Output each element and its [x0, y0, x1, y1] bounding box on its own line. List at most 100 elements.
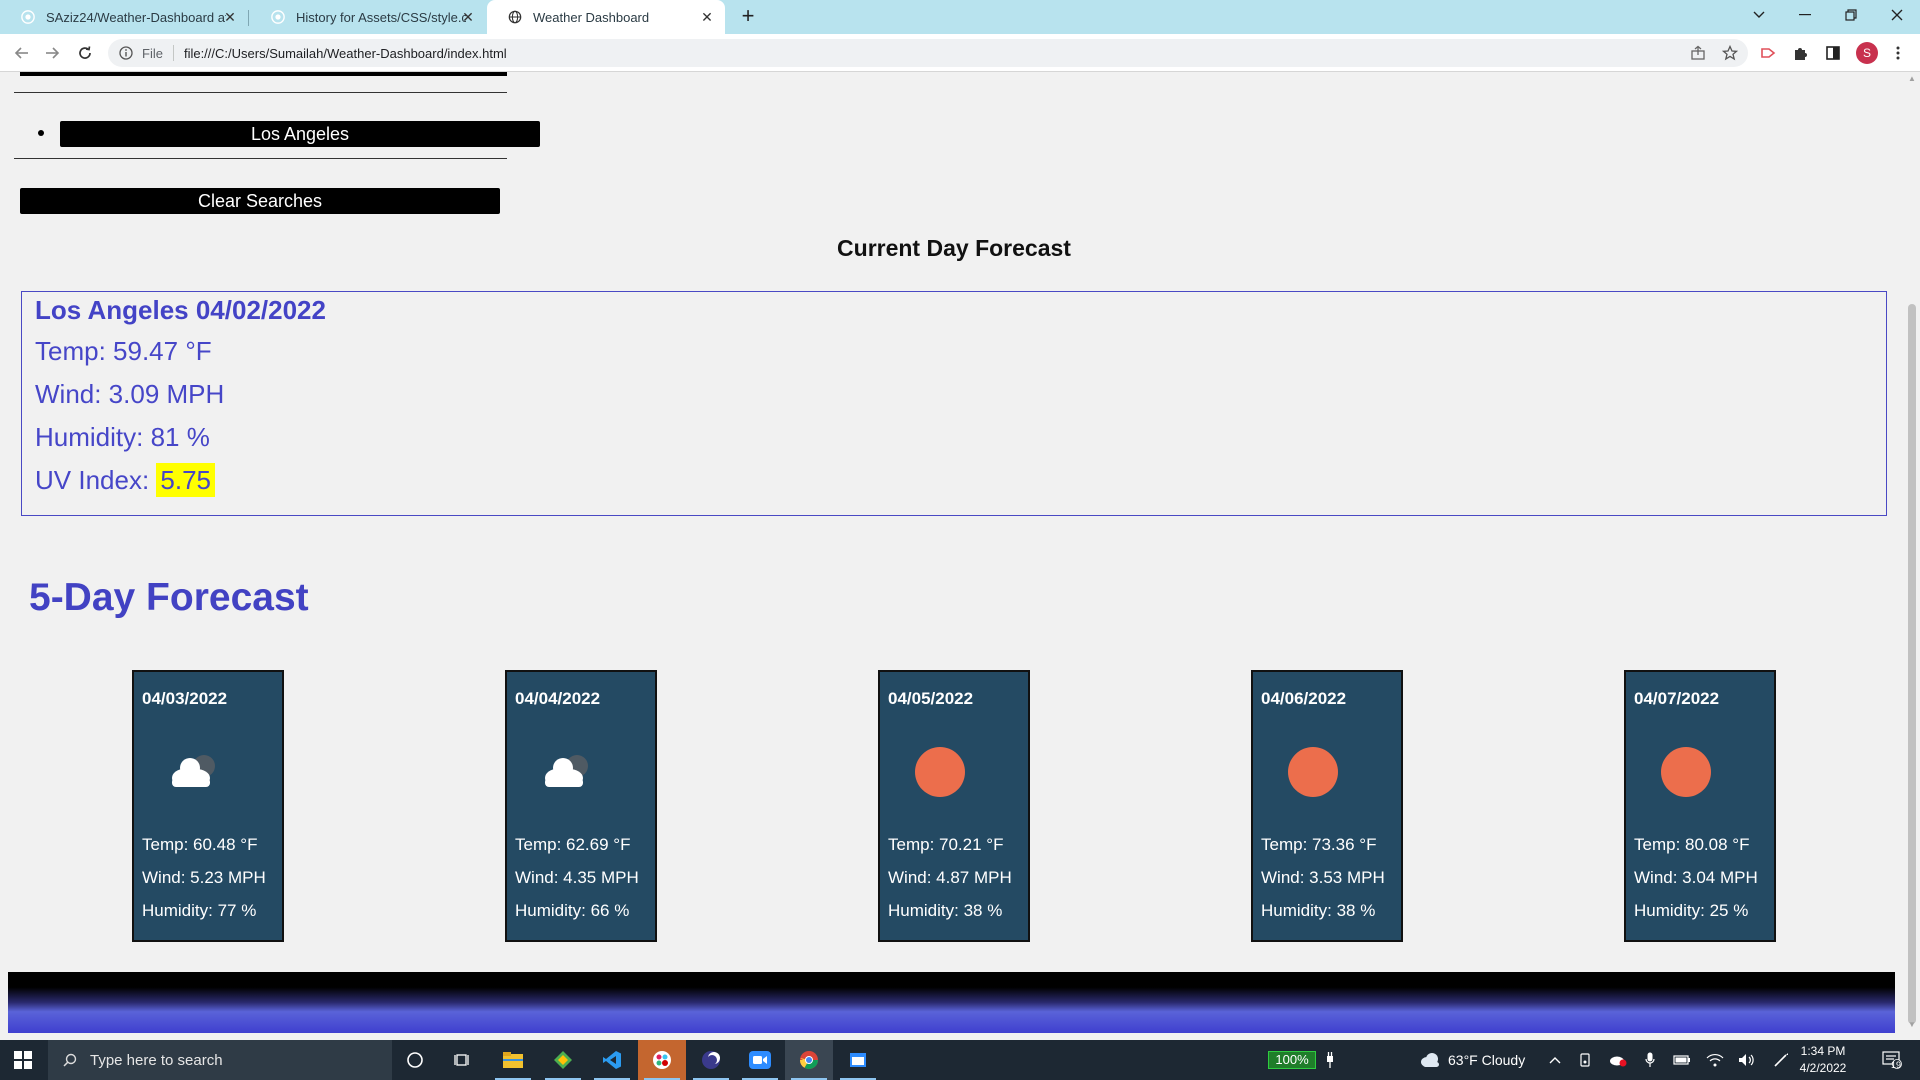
weather-widget-text[interactable]: 63°F Cloudy [1448, 1052, 1525, 1068]
tab-title: SAziz24/Weather-Dashboard at m [46, 9, 226, 25]
tab-title: Weather Dashboard [533, 9, 650, 25]
forecast-temp: Temp: 60.48 °F [142, 835, 258, 854]
city-date-title: Los Angeles 04/02/2022 [35, 295, 326, 325]
share-icon[interactable] [1688, 43, 1708, 63]
bookmark-star-icon[interactable] [1720, 43, 1740, 63]
forecast-wind: Wind: 5.23 MPH [142, 868, 266, 887]
github-icon [270, 9, 286, 25]
current-humidity: Humidity: 81 % [35, 422, 210, 452]
divider [14, 158, 507, 159]
side-panel-icon[interactable] [1823, 43, 1843, 63]
divider [14, 92, 507, 93]
scrollbar-thumb[interactable] [1908, 304, 1916, 1024]
close-window-icon[interactable] [1874, 0, 1920, 30]
taskbar-clock[interactable]: 1:34 PM 4/2/2022 [1783, 1043, 1863, 1077]
close-tab-icon[interactable]: ✕ [222, 9, 238, 25]
tab-strip: SAziz24/Weather-Dashboard at m ✕ History… [0, 0, 1920, 34]
taskbar-search-input[interactable]: Type here to search [48, 1040, 392, 1080]
vertical-scrollbar[interactable]: ▲ ▼ [1904, 72, 1920, 1033]
forecast-wind: Wind: 3.04 MPH [1634, 868, 1758, 887]
url-text[interactable]: file:///C:/Users/Sumailah/Weather-Dashbo… [184, 46, 507, 61]
back-icon[interactable] [10, 41, 34, 65]
battery-percentage[interactable]: 100% [1268, 1051, 1316, 1069]
forecast-humidity: Humidity: 77 % [142, 901, 257, 920]
zoom-icon[interactable] [736, 1040, 784, 1080]
tab-weather-dashboard[interactable]: Weather Dashboard ✕ [487, 0, 725, 34]
address-bar[interactable]: File file:///C:/Users/Sumailah/Weather-D… [108, 39, 1748, 67]
meet-now-icon[interactable] [1576, 1050, 1596, 1070]
wifi-icon[interactable] [1705, 1050, 1725, 1070]
clear-searches-button[interactable]: Clear Searches [20, 188, 500, 214]
info-icon[interactable] [118, 45, 134, 61]
forecast-date: 04/05/2022 [888, 689, 974, 708]
battery-icon[interactable] [1672, 1050, 1692, 1070]
current-day-heading: Current Day Forecast [837, 235, 1071, 261]
extensions-puzzle-icon[interactable] [1790, 43, 1810, 63]
cloudy-icon [527, 740, 607, 800]
onedrive-error-icon[interactable] [1608, 1050, 1628, 1070]
menu-kebab-icon[interactable] [1888, 43, 1908, 63]
previous-history-button-edge[interactable] [20, 72, 507, 76]
forecast-wind: Wind: 4.87 MPH [888, 868, 1012, 887]
new-tab-button[interactable]: + [735, 4, 761, 30]
file-explorer-icon[interactable] [489, 1040, 537, 1080]
forecast-temp: Temp: 73.36 °F [1261, 835, 1377, 854]
profile-avatar[interactable]: S [1856, 42, 1878, 64]
forecast-humidity: Humidity: 25 % [1634, 901, 1749, 920]
vscode-icon[interactable] [588, 1040, 636, 1080]
slack-notification-icon[interactable] [638, 1040, 686, 1080]
forecast-wind: Wind: 4.35 MPH [515, 868, 639, 887]
current-weather-card: Los Angeles 04/02/2022 Temp: 59.47 °F Wi… [21, 291, 1887, 516]
tab-separator [248, 10, 249, 26]
page-footer [8, 972, 1895, 1033]
eclipse-app-icon[interactable] [687, 1040, 735, 1080]
forecast-temp: Temp: 62.69 °F [515, 835, 631, 854]
cloudy-icon [154, 740, 234, 800]
history-item-los-angeles[interactable]: Los Angeles [60, 121, 540, 147]
omnibox-divider [172, 45, 174, 61]
windows-taskbar: Type here to search 100% 63°F Cloudy 1:3… [0, 1040, 1920, 1080]
close-tab-icon[interactable]: ✕ [460, 9, 476, 25]
app-window-icon[interactable] [834, 1040, 882, 1080]
forecast-card: 04/05/2022 Temp: 70.21 °F Wind: 4.87 MPH… [878, 670, 1030, 942]
tab-github-repo[interactable]: SAziz24/Weather-Dashboard at m ✕ [0, 0, 248, 34]
forecast-humidity: Humidity: 38 % [888, 901, 1003, 920]
browser-toolbar: File file:///C:/Users/Sumailah/Weather-D… [0, 34, 1920, 72]
page-content: Los Angeles Clear Searches Current Day F… [0, 72, 1904, 1033]
restore-icon[interactable] [1828, 0, 1874, 30]
scroll-down-arrow-icon[interactable]: ▼ [1907, 1020, 1917, 1030]
power-plug-icon [1320, 1050, 1340, 1070]
clock-date: 4/2/2022 [1799, 1061, 1847, 1075]
forecast-date: 04/03/2022 [142, 689, 228, 708]
search-placeholder: Type here to search [90, 1051, 223, 1069]
clock-time: 1:34 PM [1800, 1044, 1846, 1058]
extension-record-icon[interactable] [1758, 43, 1778, 63]
tab-github-history[interactable]: History for Assets/CSS/style.css · ✕ [250, 0, 486, 34]
forecast-date: 04/07/2022 [1634, 689, 1720, 708]
github-icon [20, 9, 36, 25]
forward-icon[interactable] [40, 41, 64, 65]
reload-icon[interactable] [73, 41, 97, 65]
sun-icon [900, 740, 980, 800]
scroll-up-arrow-icon[interactable]: ▲ [1907, 74, 1917, 84]
windows-start-icon[interactable] [0, 1040, 46, 1080]
close-tab-icon[interactable]: ✕ [699, 9, 715, 25]
gitkraken-icon[interactable] [539, 1040, 587, 1080]
current-wind: Wind: 3.09 MPH [35, 379, 225, 409]
cortana-icon[interactable] [391, 1040, 439, 1080]
chrome-icon[interactable] [785, 1040, 833, 1080]
search-icon [62, 1052, 78, 1068]
task-view-icon[interactable] [439, 1040, 487, 1080]
minimize-icon[interactable] [1782, 0, 1828, 30]
volume-icon[interactable] [1737, 1050, 1757, 1070]
forecast-humidity: Humidity: 38 % [1261, 901, 1376, 920]
microphone-icon[interactable] [1640, 1050, 1660, 1070]
tab-title: History for Assets/CSS/style.css · [296, 9, 466, 25]
forecast-temp: Temp: 80.08 °F [1634, 835, 1750, 854]
forecast-date: 04/04/2022 [515, 689, 601, 708]
url-scheme-label: File [142, 45, 163, 61]
weather-cloud-icon[interactable] [1418, 1050, 1442, 1070]
tab-search-icon[interactable] [1736, 0, 1782, 30]
tray-chevron-up-icon[interactable] [1545, 1050, 1565, 1070]
forecast-card: 04/04/2022 Temp: 62.69 °F Wind: 4.35 MPH… [505, 670, 657, 942]
